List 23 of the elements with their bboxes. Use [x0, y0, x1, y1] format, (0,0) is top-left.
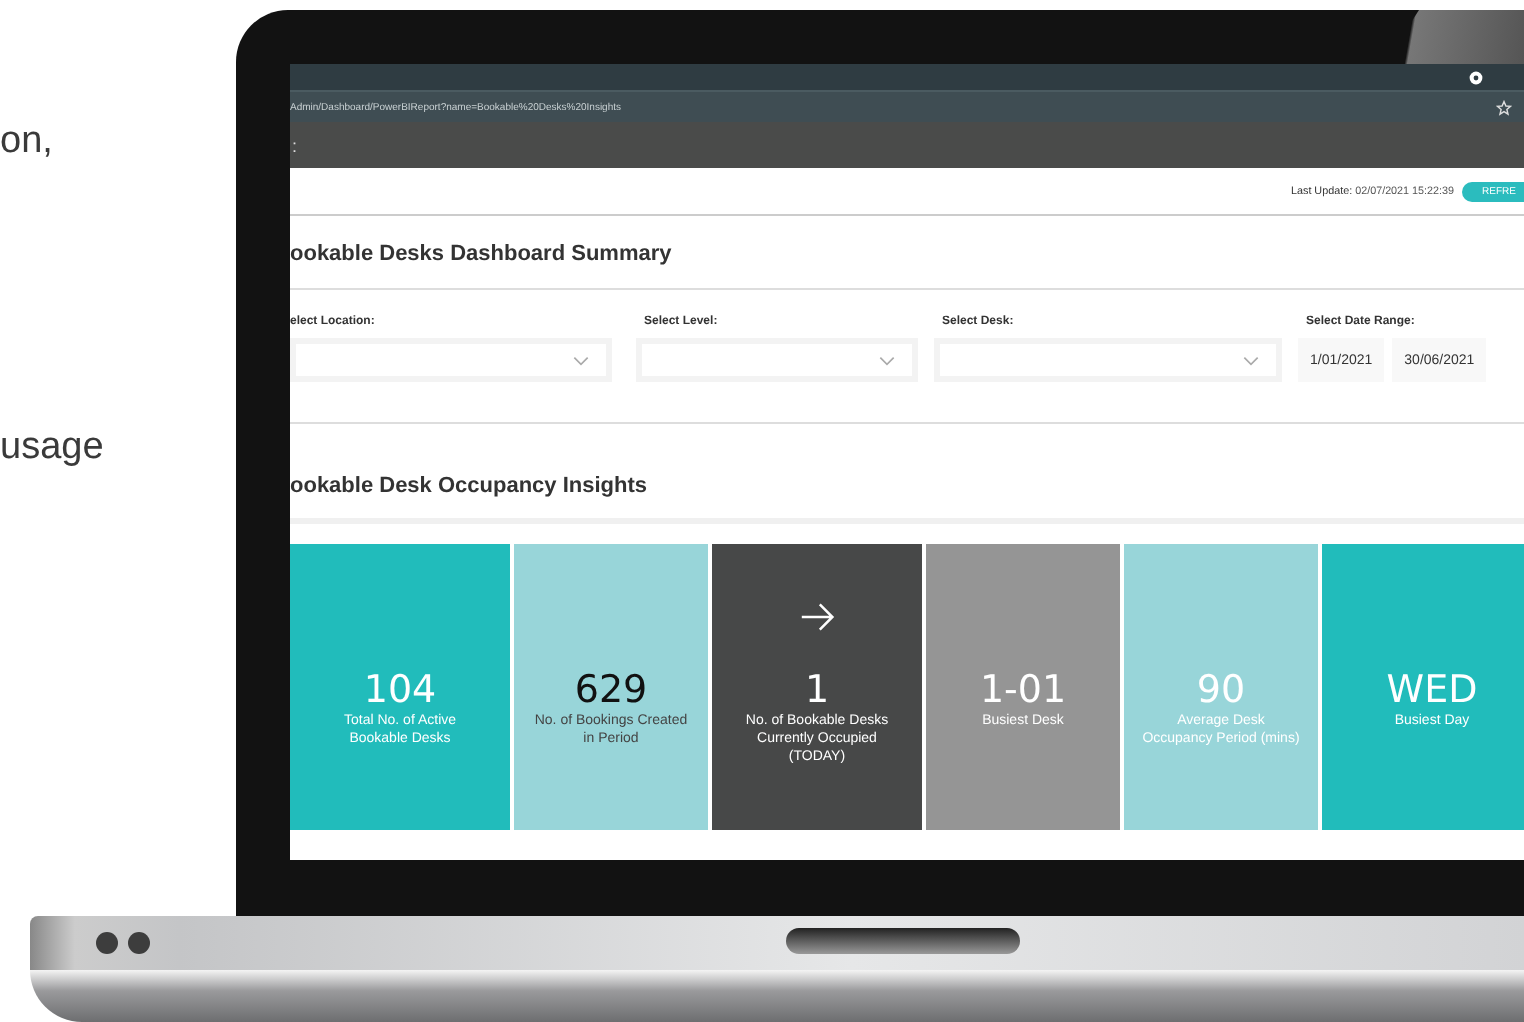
- cut-off-text: on,: [0, 120, 53, 164]
- star-icon[interactable]: [1496, 99, 1512, 115]
- menu-glyph[interactable]: :: [290, 135, 298, 155]
- kpi-value: 629: [574, 668, 648, 712]
- section-title: ookable Desks Dashboard Summary: [290, 216, 1524, 290]
- chevron-down-icon: [572, 355, 590, 365]
- kpi-value: 90: [1196, 668, 1246, 712]
- indicator-light-icon: [96, 932, 118, 954]
- kpi-value: 104: [363, 668, 437, 712]
- chevron-down-icon: [878, 355, 896, 365]
- kpi-value: 1-01: [979, 668, 1067, 712]
- dropdown-field[interactable]: [934, 338, 1282, 382]
- kpi-value: 1: [804, 668, 830, 712]
- indicator-light-icon: [128, 932, 150, 954]
- cut-off-text: usage: [0, 426, 104, 470]
- dropdown-field[interactable]: [636, 338, 918, 382]
- section-title: ookable Desk Occupancy Insights: [290, 424, 1524, 524]
- gear-icon: [1468, 69, 1484, 85]
- kpi-value: WED: [1386, 668, 1478, 712]
- arrow-right-icon[interactable]: [799, 602, 835, 632]
- dropdown-field[interactable]: [290, 338, 612, 382]
- chevron-down-icon: [1242, 355, 1260, 365]
- lid-notch-icon: [786, 928, 1020, 954]
